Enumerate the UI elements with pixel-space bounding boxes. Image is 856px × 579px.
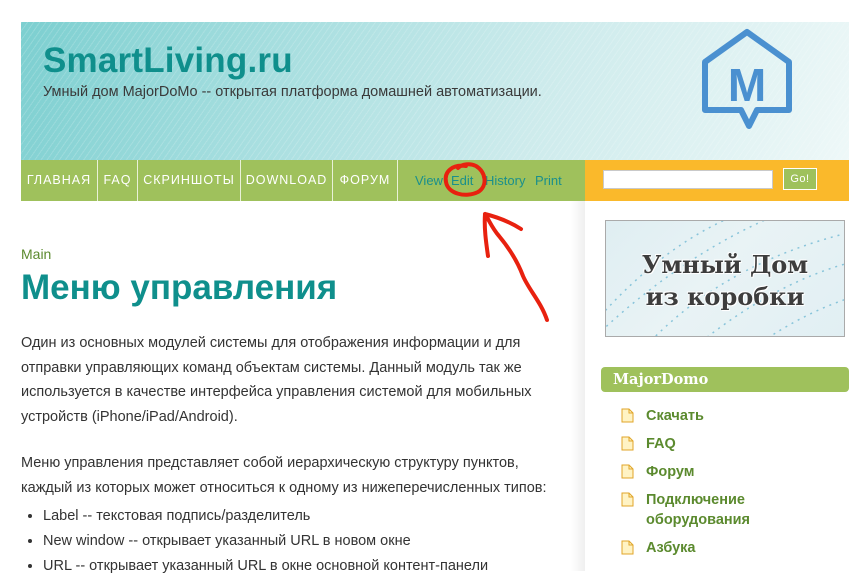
promo-banner[interactable]: Умный Дом из коробки (605, 220, 845, 337)
nav-item-forum[interactable]: ФОРУМ (333, 160, 398, 201)
search-input[interactable] (603, 170, 773, 189)
list-item: New window -- открывает указанный URL в … (43, 529, 571, 554)
nav-item-home[interactable]: ГЛАВНАЯ (21, 160, 98, 201)
search-bar: Go! (585, 160, 849, 201)
page-title: Меню управления (21, 268, 338, 307)
banner-line-2: из коробки (645, 282, 805, 311)
sidebar-item-abc[interactable]: Азбука (621, 538, 846, 558)
page: SmartLiving.ru Умный дом MajorDoMo -- от… (0, 0, 856, 574)
list-item: URL -- открывает указанный URL в окне ос… (43, 554, 571, 579)
sidebar-item-hardware[interactable]: Подключение оборудования (621, 490, 846, 530)
action-edit-link[interactable]: Edit (451, 160, 473, 201)
sidebar-item-download[interactable]: Скачать (621, 406, 846, 426)
sidebar-item-label: FAQ (646, 436, 676, 452)
sidebar-item-label: Скачать (646, 408, 704, 424)
action-history-link[interactable]: History (485, 160, 525, 201)
action-view-link[interactable]: View (415, 160, 443, 201)
structure-paragraph: Меню управления представляет собой иерар… (21, 455, 547, 496)
banner-line-1: Умный Дом (641, 250, 809, 279)
breadcrumb[interactable]: Main (21, 245, 571, 263)
banner-text: Умный Дом из коробки (606, 249, 844, 313)
site-title[interactable]: SmartLiving.ru (43, 41, 293, 81)
sidebar-item-faq[interactable]: FAQ (621, 434, 846, 454)
site-slogan: Умный дом MajorDoMo -- открытая платформ… (43, 84, 542, 100)
logo-letter: M (728, 59, 766, 111)
search-go-button[interactable]: Go! (783, 168, 817, 190)
page-icon (621, 436, 634, 451)
nav-item-faq[interactable]: FAQ (98, 160, 138, 201)
intro-paragraph: Один из основных модулей системы для ото… (21, 335, 532, 425)
sidebar-item-label: Подключение оборудования (646, 492, 751, 528)
nav-item-screenshots[interactable]: СКРИНШОТЫ (138, 160, 241, 201)
nav-item-download[interactable]: DOWNLOAD (241, 160, 333, 201)
site-header: SmartLiving.ru Умный дом MajorDoMo -- от… (21, 22, 849, 160)
action-print-link[interactable]: Print (535, 160, 562, 201)
list-item: Label -- текстовая подпись/разделитель (43, 504, 571, 529)
sidebar-item-forum[interactable]: Форум (621, 462, 846, 482)
menu-type-list: Label -- текстовая подпись/разделитель N… (21, 504, 571, 579)
page-icon (621, 492, 634, 507)
sidebar-item-label: Форум (646, 464, 695, 480)
main-nav: ГЛАВНАЯ FAQ СКРИНШОТЫ DOWNLOAD ФОРУМ Vie… (21, 160, 585, 201)
sidebar-block-title: MajorDomo (601, 367, 849, 392)
majordomo-logo-icon[interactable]: M (699, 26, 795, 134)
sidebar-item-label: Азбука (646, 540, 696, 556)
page-icon (621, 540, 634, 555)
page-icon (621, 408, 634, 423)
page-icon (621, 464, 634, 479)
main-content: Main Меню управления Один из основных мо… (21, 245, 571, 579)
column-divider (571, 201, 585, 571)
